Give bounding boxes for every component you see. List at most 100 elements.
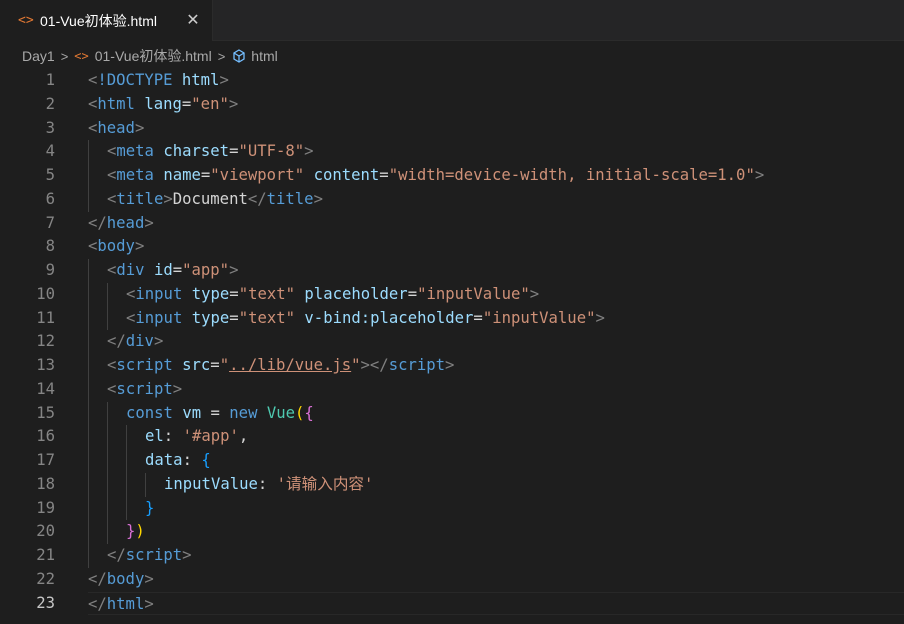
code-token: meta: [116, 142, 154, 161]
code-line[interactable]: 11 <input type="text" v-bind:placeholder=…: [0, 306, 904, 331]
code-line[interactable]: 12 </div>: [0, 330, 904, 354]
code-token: Vue: [266, 403, 296, 422]
code-token: '#app': [182, 427, 239, 446]
chevron-right-icon: >: [60, 48, 69, 64]
code-token: =: [379, 166, 389, 184]
code-line[interactable]: 1 <!DOCTYPE html>: [0, 69, 904, 93]
code-token: {: [304, 403, 314, 422]
code-token: "viewport": [210, 166, 305, 184]
code-token: body: [97, 237, 135, 256]
code-token: =: [181, 94, 192, 113]
indent-guide: [107, 520, 108, 544]
code-token: (: [295, 403, 305, 422]
code-line[interactable]: 23 </html>: [0, 591, 904, 616]
code-token: "UTF-8": [238, 142, 305, 161]
html-file-icon: <>: [18, 13, 34, 28]
line-number: 17: [36, 451, 55, 469]
line-number: 8: [45, 237, 55, 256]
code-token: src: [182, 356, 211, 374]
code-token: }: [126, 522, 136, 541]
code-token: =: [229, 284, 239, 303]
code-token: <: [107, 379, 117, 398]
code-line[interactable]: 21 </script>: [0, 544, 904, 568]
code-line[interactable]: 10 <input type="text" placeholder="inputV…: [0, 282, 904, 307]
code-text: <body>: [88, 235, 144, 259]
breadcrumb-file[interactable]: 01-Vue初体验.html: [95, 46, 212, 66]
code-text: <script src="../lib/vue.js"></script>: [107, 354, 454, 378]
code-token: <: [88, 118, 98, 137]
code-editor[interactable]: 1 <!DOCTYPE html> 2 <html lang="en"> 3 <head>…: [0, 69, 904, 624]
code-token: ): [135, 522, 145, 541]
code-line[interactable]: 5 <meta name="viewport" content="width=de…: [0, 164, 904, 188]
code-line[interactable]: 19}: [0, 496, 904, 521]
code-line[interactable]: 15 const vm = new Vue({: [0, 401, 904, 426]
line-number: 11: [36, 308, 55, 327]
code-token: data: [145, 451, 183, 469]
code-token: "app": [182, 261, 230, 279]
indent-guide: [88, 187, 89, 212]
indent-guide: [107, 282, 108, 307]
code-line[interactable]: 4 <meta charset="UTF-8">: [0, 140, 904, 164]
code-line[interactable]: 2 <html lang="en">: [0, 93, 904, 117]
code-token: ></: [360, 356, 389, 374]
code-token: !DOCTYPE: [97, 71, 173, 89]
code-token: "text": [238, 284, 296, 303]
indent-guide: [107, 449, 108, 473]
line-number: 15: [36, 403, 55, 422]
indent-guide: [88, 449, 89, 473]
tab-01-vue-html[interactable]: <> 01-Vue初体验.html ✕: [0, 0, 213, 41]
code-token: >: [445, 356, 455, 374]
chevron-right-icon: >: [217, 48, 226, 64]
code-token: >: [304, 142, 314, 161]
indent-guide: [88, 164, 89, 188]
line-number: 22: [36, 569, 55, 588]
code-line[interactable]: 16 el: '#app',: [0, 425, 904, 449]
code-token: >: [134, 237, 145, 256]
code-line[interactable]: 13 <script src="../lib/vue.js"></script>: [0, 354, 904, 378]
indent-guide: [88, 306, 89, 331]
code-token: ": [219, 356, 230, 374]
line-number: 13: [36, 356, 55, 374]
code-token: <: [126, 284, 136, 303]
code-line[interactable]: 3 <head>: [0, 117, 904, 141]
code-line[interactable]: 22 </body>: [0, 568, 904, 592]
code-token: meta: [116, 166, 154, 184]
breadcrumb-folder[interactable]: Day1: [22, 48, 55, 64]
line-number: 19: [36, 498, 55, 517]
code-text: </body>: [88, 568, 154, 592]
code-token: html: [181, 71, 220, 89]
code-text: <input type="text" v-bind:placeholder="i…: [126, 307, 605, 331]
code-line[interactable]: 17 data: {: [0, 449, 904, 473]
code-text: <!DOCTYPE html>: [88, 69, 229, 93]
code-token: head: [97, 118, 135, 137]
line-number: 5: [45, 166, 55, 184]
code-line[interactable]: 7 </head>: [0, 212, 904, 236]
code-line[interactable]: 6 <title>Document</title>: [0, 187, 904, 212]
code-token: >: [134, 118, 145, 137]
code-line[interactable]: 20}): [0, 520, 904, 544]
code-token: <: [88, 237, 98, 256]
code-text: </div>: [107, 330, 163, 354]
code-token: <: [107, 261, 117, 279]
code-token: ../lib/vue.js: [229, 356, 352, 374]
line-number: 6: [45, 189, 55, 208]
line-number: 12: [36, 332, 55, 351]
code-token: Document: [172, 189, 248, 208]
code-line[interactable]: 8 <body>: [0, 235, 904, 259]
indent-guide: [88, 425, 89, 449]
code-token: '请输入内容': [276, 474, 374, 493]
breadcrumb-symbol[interactable]: html: [251, 48, 277, 64]
indent-guide: [88, 330, 89, 354]
close-icon[interactable]: ✕: [184, 10, 202, 30]
code-line[interactable]: 14 <script>: [0, 377, 904, 402]
code-line[interactable]: 18 inputValue: '请输入内容': [0, 472, 904, 497]
line-number: 1: [45, 71, 55, 89]
code-token: >: [595, 308, 605, 327]
code-token: =: [201, 403, 230, 422]
code-token: >: [228, 94, 239, 113]
code-line[interactable]: 9 <div id="app">: [0, 259, 904, 283]
